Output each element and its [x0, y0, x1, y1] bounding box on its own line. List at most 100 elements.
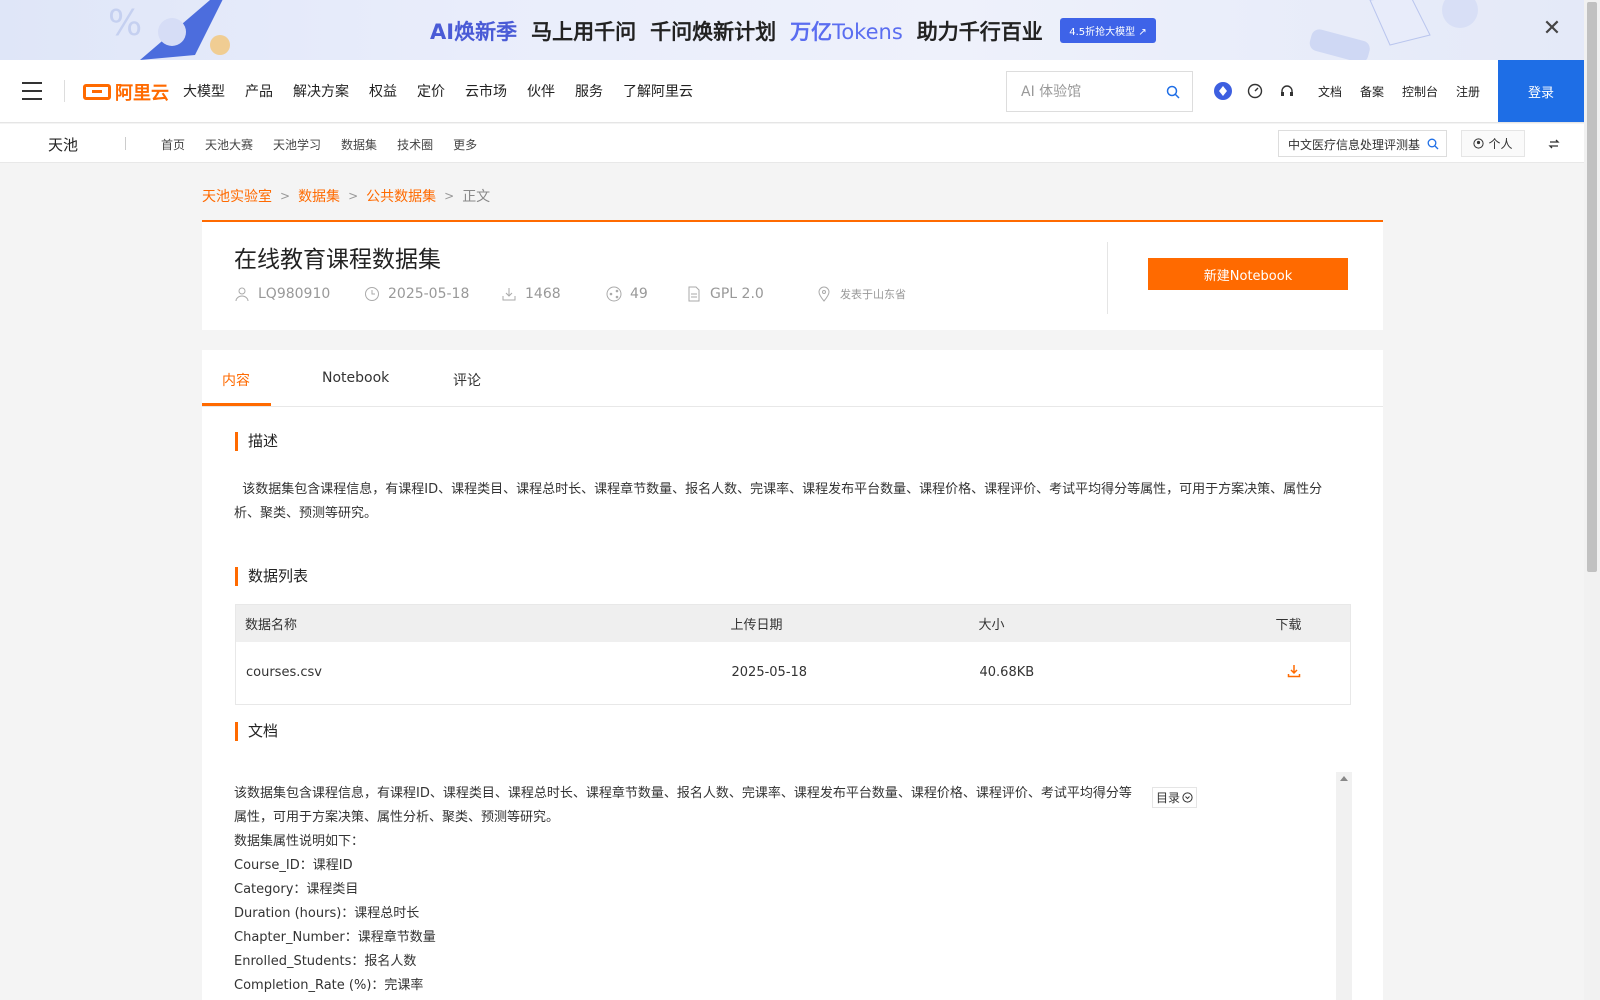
- nav-icon-group: [1214, 82, 1296, 100]
- col-header-size: 大小: [969, 604, 1267, 642]
- logo-text: 阿里云: [115, 83, 169, 104]
- menu-item-products[interactable]: 产品: [245, 81, 273, 101]
- banner-slogan-1: 马上用千问: [531, 20, 637, 44]
- aliyun-logo-icon: [83, 84, 111, 100]
- breadcrumb-public-datasets[interactable]: 公共数据集: [366, 186, 436, 206]
- subnav-datasets[interactable]: 数据集: [341, 136, 377, 153]
- tab-comments[interactable]: 评论: [453, 370, 481, 390]
- search-icon[interactable]: [1427, 138, 1439, 150]
- menu-item-solutions[interactable]: 解决方案: [293, 81, 349, 101]
- subnav-competitions[interactable]: 天池大赛: [205, 136, 253, 153]
- description-text: 该数据集包含课程信息，有课程ID、课程类目、课程总时长、课程章节数量、报名人数、…: [234, 482, 1323, 521]
- table-header-row: 数据名称 上传日期 大小 下载: [235, 604, 1351, 642]
- search-icon[interactable]: [1166, 85, 1180, 99]
- nav-link-docs[interactable]: 文档: [1318, 83, 1342, 100]
- documentation-text: 该数据集包含课程信息，有课程ID、课程类目、课程总时长、课程章节数量、报名人数、…: [234, 782, 1144, 998]
- subnav-more[interactable]: 更多: [453, 136, 477, 153]
- tab-content[interactable]: 内容: [222, 370, 250, 390]
- banner-slogan-2: 千问焕新计划: [650, 20, 777, 44]
- chevron-right-icon: >: [280, 189, 291, 203]
- col-header-date: 上传日期: [721, 604, 970, 642]
- support-headset-icon[interactable]: [1278, 82, 1296, 100]
- menu-item-services[interactable]: 服务: [575, 81, 603, 101]
- dashboard-icon[interactable]: [1246, 82, 1264, 100]
- meta-shares: 49: [606, 286, 686, 302]
- download-icon[interactable]: [1287, 664, 1301, 678]
- banner-decoration-left: %: [108, 0, 230, 60]
- breadcrumb: 天池实验室 > 数据集 > 公共数据集 > 正文: [202, 186, 490, 206]
- page-scrollbar[interactable]: [1584, 0, 1600, 1000]
- file-name: courses.csv: [235, 641, 722, 705]
- nav-links: 文档 备案 控制台 注册: [1318, 83, 1498, 100]
- documentation-scrollbar[interactable]: [1336, 772, 1352, 1000]
- section-title-data-list: 数据列表: [235, 567, 308, 586]
- banner-decoration-right: [1309, 0, 1478, 60]
- tianchi-brand[interactable]: 天池: [48, 134, 78, 155]
- breadcrumb-datasets[interactable]: 数据集: [298, 186, 340, 206]
- login-button[interactable]: 登录: [1498, 60, 1584, 122]
- nav-divider: [64, 80, 65, 102]
- top-search-box: [1006, 71, 1193, 112]
- doc-line: Course_ID：课程ID: [234, 858, 353, 873]
- main-content: 描述 该数据集包含课程信息，有课程ID、课程类目、课程总时长、课程章节数量、报名…: [202, 407, 1383, 1000]
- scroll-up-arrow-icon[interactable]: [1340, 776, 1348, 781]
- doc-line: Category：课程类目: [234, 882, 359, 897]
- breadcrumb-lab[interactable]: 天池实验室: [202, 186, 272, 206]
- share-icon: [606, 286, 622, 302]
- nav-link-register[interactable]: 注册: [1456, 83, 1480, 100]
- document-icon: [688, 286, 700, 302]
- svg-text:%: %: [108, 3, 142, 44]
- dataset-header-card: 在线教育课程数据集 LQ980910 2025-05-18 1468 49 GP…: [202, 220, 1383, 330]
- meta-author: LQ980910: [234, 286, 364, 302]
- personal-button[interactable]: 个人: [1461, 130, 1525, 157]
- download-count: 1468: [525, 286, 561, 302]
- ai-assistant-icon[interactable]: [1214, 82, 1232, 100]
- subnav-search-input[interactable]: [1288, 136, 1423, 152]
- author-name[interactable]: LQ980910: [258, 286, 330, 302]
- subnav-home[interactable]: 首页: [161, 136, 185, 153]
- publish-location: 发表于山东省: [840, 288, 906, 301]
- promo-banner[interactable]: % AI焕新季 马上用千问 千问焕新计划 万亿Tokens 助力千行百业 4.5…: [0, 0, 1584, 60]
- user-circle-icon: [1473, 138, 1485, 149]
- chevron-right-icon: >: [348, 189, 359, 203]
- publish-date: 2025-05-18: [388, 286, 470, 302]
- file-download-cell: [1266, 641, 1351, 705]
- card-divider: [1107, 242, 1108, 314]
- tab-notebook[interactable]: Notebook: [322, 370, 389, 386]
- download-count-icon: [502, 288, 516, 301]
- swap-icon[interactable]: [1547, 137, 1561, 151]
- menu-item-pricing[interactable]: 定价: [417, 81, 445, 101]
- page-title: 在线教育课程数据集: [234, 247, 441, 273]
- hamburger-menu-icon[interactable]: [22, 82, 42, 100]
- meta-location: 发表于山东省: [816, 286, 906, 302]
- documentation-area: 该数据集包含课程信息，有课程ID、课程类目、课程总时长、课程章节数量、报名人数、…: [234, 772, 1352, 1000]
- doc-line: 数据集属性说明如下：: [234, 834, 365, 849]
- aliyun-logo[interactable]: 阿里云: [83, 79, 169, 105]
- subnav-learning[interactable]: 天池学习: [273, 136, 321, 153]
- personal-label: 个人: [1488, 137, 1513, 151]
- menu-item-models[interactable]: 大模型: [183, 81, 225, 101]
- page-scrollbar-thumb[interactable]: [1587, 2, 1597, 572]
- menu-item-marketplace[interactable]: 云市场: [465, 81, 507, 101]
- section-title-documentation: 文档: [235, 722, 278, 741]
- new-notebook-button[interactable]: 新建Notebook: [1148, 258, 1348, 290]
- close-icon[interactable]: ✕: [1540, 18, 1564, 42]
- chevron-circle-icon: [1182, 792, 1193, 803]
- nav-link-console[interactable]: 控制台: [1402, 83, 1438, 100]
- clock-icon: [365, 287, 379, 301]
- doc-line: 该数据集包含课程信息，有课程ID、课程类目、课程总时长、课程章节数量、报名人数、…: [234, 786, 1132, 825]
- meta-date: 2025-05-18: [364, 286, 501, 302]
- subnav-search-box: [1278, 130, 1447, 157]
- subnav-links: 首页 天池大赛 天池学习 数据集 技术圈 更多: [161, 136, 497, 153]
- menu-item-about[interactable]: 了解阿里云: [623, 81, 693, 101]
- menu-item-benefits[interactable]: 权益: [369, 81, 397, 101]
- toc-button[interactable]: 目录: [1152, 787, 1197, 808]
- top-navigation: 阿里云 大模型 产品 解决方案 权益 定价 云市场 伙伴 服务 了解阿里云 文档…: [0, 60, 1584, 123]
- top-search-input[interactable]: [1021, 82, 1161, 102]
- data-file-table: 数据名称 上传日期 大小 下载 courses.csv 2025-05-18 4…: [235, 604, 1351, 705]
- menu-item-partners[interactable]: 伙伴: [527, 81, 555, 101]
- active-tab-indicator: [202, 403, 271, 406]
- banner-cta-button[interactable]: 4.5折抢大模型 ↗: [1060, 18, 1156, 43]
- nav-link-filing[interactable]: 备案: [1360, 83, 1384, 100]
- subnav-tech-circle[interactable]: 技术圈: [397, 136, 433, 153]
